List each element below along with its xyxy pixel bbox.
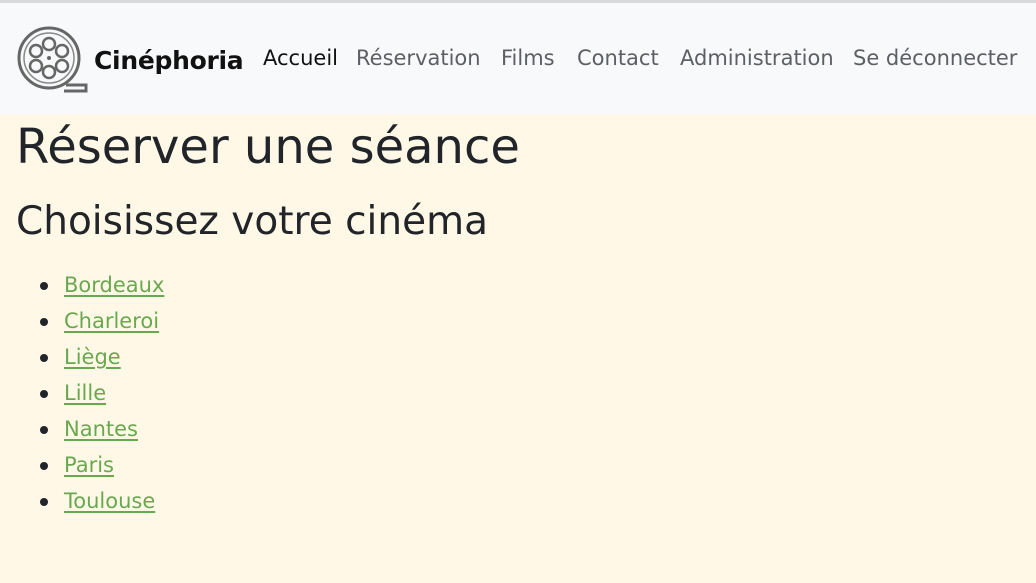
bullet [40, 498, 48, 506]
nav-item-logout[interactable]: Se déconnecter [853, 46, 1017, 70]
nav-item-reservation[interactable]: Réservation [356, 46, 481, 70]
cinema-link-toulouse[interactable]: Toulouse [64, 489, 155, 513]
nav-item-films[interactable]: Films [501, 46, 555, 70]
cinema-link-lille[interactable]: Lille [64, 381, 106, 405]
section-title: Choisissez votre cinéma [16, 199, 488, 244]
list-item: Bordeaux [16, 267, 164, 303]
bullet [40, 390, 48, 398]
list-item: Charleroi [16, 303, 164, 339]
list-item: Nantes [16, 411, 164, 447]
bullet [40, 462, 48, 470]
list-item: Paris [16, 447, 164, 483]
bullet [40, 426, 48, 434]
brand-link[interactable]: Cinéphoria [16, 25, 244, 95]
brand-name: Cinéphoria [94, 45, 244, 75]
cinema-list: Bordeaux Charleroi Liège Lille Nantes Pa… [16, 267, 164, 519]
cinema-link-liege[interactable]: Liège [64, 345, 121, 369]
cinema-link-bordeaux[interactable]: Bordeaux [64, 273, 164, 297]
list-item: Liège [16, 339, 164, 375]
bullet [40, 318, 48, 326]
cinema-link-paris[interactable]: Paris [64, 453, 114, 477]
page-title: Réserver une séance [16, 119, 520, 175]
navbar: Cinéphoria Accueil Réservation Films Con… [0, 3, 1036, 114]
bullet [40, 354, 48, 362]
list-item: Lille [16, 375, 164, 411]
cinema-link-charleroi[interactable]: Charleroi [64, 309, 159, 333]
nav-item-administration[interactable]: Administration [680, 46, 834, 70]
bullet [40, 282, 48, 290]
nav-item-contact[interactable]: Contact [577, 46, 659, 70]
nav-item-accueil[interactable]: Accueil [263, 46, 338, 70]
cinema-link-nantes[interactable]: Nantes [64, 417, 138, 441]
film-reel-icon [17, 26, 88, 93]
list-item: Toulouse [16, 483, 164, 519]
